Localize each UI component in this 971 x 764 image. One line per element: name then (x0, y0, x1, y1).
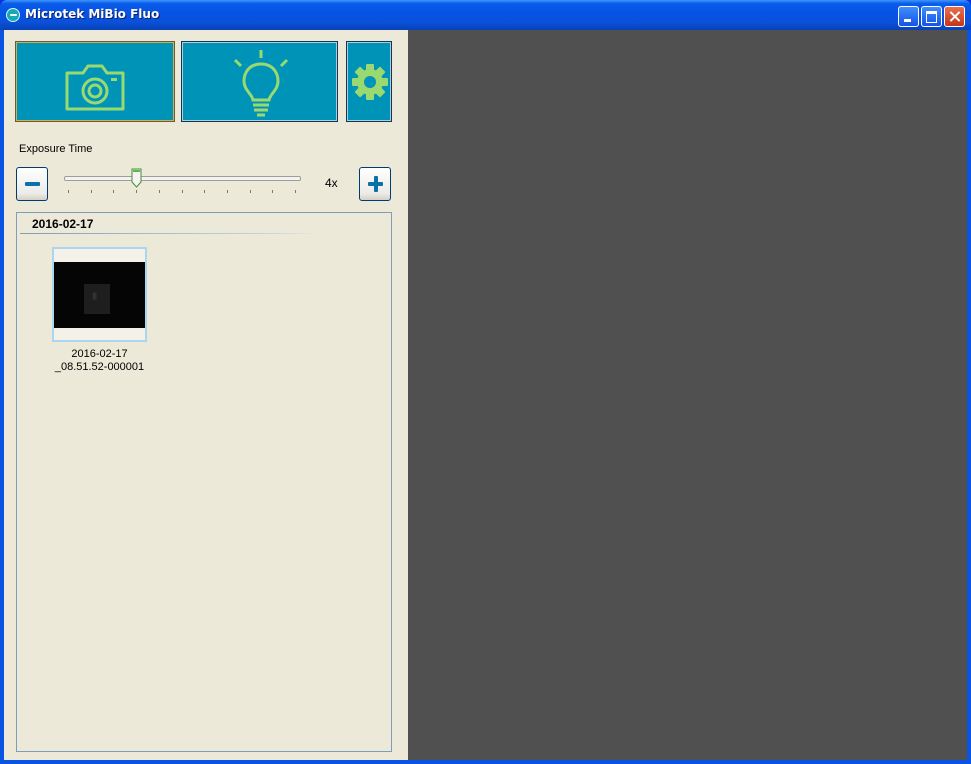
image-viewer[interactable] (408, 30, 967, 760)
exposure-value: 4x (325, 176, 338, 190)
thumbnail-caption: 2016-02-17 _08.51.52-000001 (54, 348, 145, 373)
slider-tick (158, 190, 160, 193)
settings-button[interactable] (346, 41, 392, 122)
camera-icon (65, 64, 125, 111)
slider-tick (226, 190, 228, 193)
capture-button[interactable] (15, 41, 175, 122)
group-divider (20, 233, 320, 234)
decrease-exposure-button[interactable] (16, 167, 48, 201)
exposure-slider-ticks (64, 190, 299, 194)
increase-exposure-button[interactable] (359, 167, 391, 201)
gallery-thumbnail[interactable] (52, 247, 147, 342)
exposure-time-label: Exposure Time (19, 143, 93, 155)
gallery-group-date: 2016-02-17 (32, 217, 94, 231)
close-button[interactable] (944, 6, 965, 27)
slider-tick (204, 190, 206, 193)
slider-tick (136, 190, 138, 193)
minus-icon (25, 182, 40, 186)
slider-tick (68, 190, 69, 193)
slider-tick (295, 190, 296, 193)
lightbulb-icon (233, 50, 289, 117)
slider-tick (272, 190, 274, 193)
control-panel: Exposure Time 4x 2016-02-17 ||| 2016-02-… (4, 30, 408, 760)
app-logo-icon (6, 8, 20, 22)
client-area: Exposure Time 4x 2016-02-17 ||| 2016-02-… (4, 30, 967, 760)
window-title: Microtek MiBio Fluo (25, 7, 160, 21)
maximize-button[interactable] (921, 6, 942, 27)
exposure-slider-thumb[interactable] (131, 168, 142, 188)
exposure-slider-track[interactable] (64, 176, 301, 181)
slider-tick (113, 190, 115, 193)
app-window: Microtek MiBio Fluo Exposure Time 4x 201… (0, 0, 971, 764)
slider-tick (90, 190, 92, 193)
thumbnail-image (54, 262, 145, 328)
minimize-button[interactable] (898, 6, 919, 27)
slider-tick (181, 190, 183, 193)
slider-tick (249, 190, 251, 193)
title-bar[interactable]: Microtek MiBio Fluo (0, 0, 971, 30)
gear-icon (352, 64, 388, 100)
image-gallery[interactable]: 2016-02-17 2016-02-17 _08.51.52-000001 (16, 212, 392, 752)
illumination-button[interactable] (181, 41, 338, 122)
